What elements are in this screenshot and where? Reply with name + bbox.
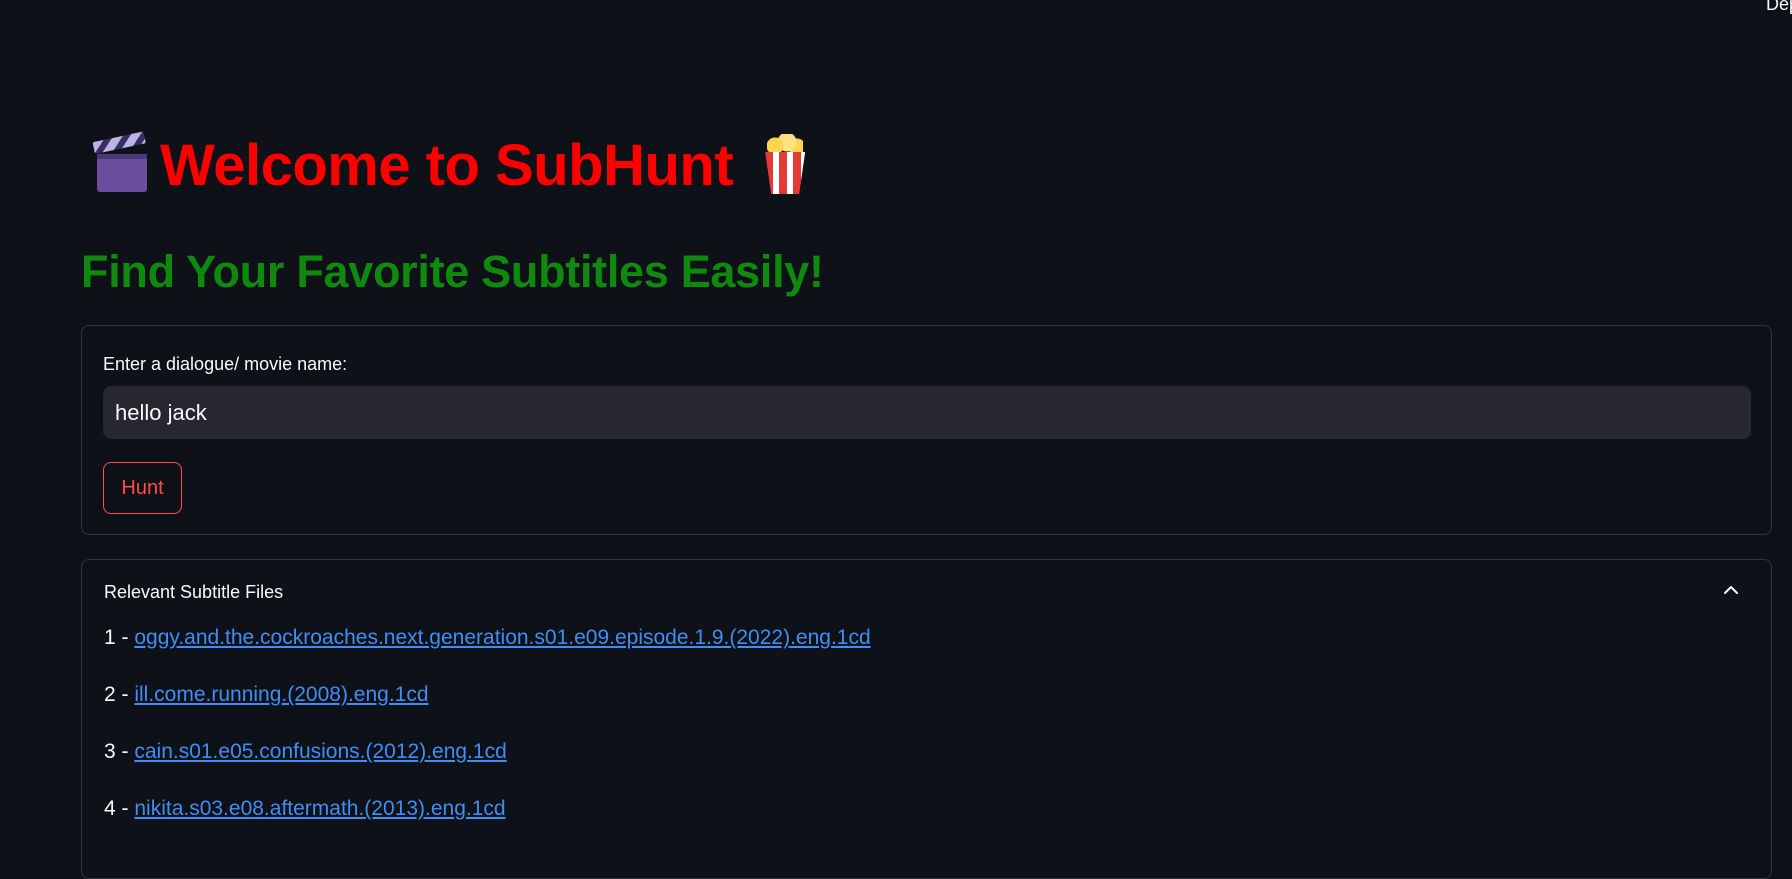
results-list: 1 - oggy.and.the.cockroaches.next.genera… — [104, 626, 871, 854]
clapperboard-icon — [92, 131, 147, 194]
list-item: 2 - ill.come.running.(2008).eng.1cd — [104, 683, 871, 740]
deploy-menu-text[interactable]: Dep — [1766, 0, 1792, 15]
search-input-label: Enter a dialogue/ movie name: — [103, 354, 348, 374]
results-expander: Relevant Subtitle Files 1 - oggy.and.the… — [81, 559, 1772, 879]
result-index: 2 - — [104, 683, 135, 706]
list-item: 3 - cain.s01.e05.confusions.(2012).eng.1… — [104, 740, 871, 797]
search-input[interactable] — [103, 386, 1751, 439]
list-item: 1 - oggy.and.the.cockroaches.next.genera… — [104, 626, 871, 683]
list-item: 4 - nikita.s03.e08.aftermath.(2013).eng.… — [104, 797, 871, 854]
page-title: Welcome to SubHunt — [160, 132, 734, 198]
result-link[interactable]: nikita.s03.e08.aftermath.(2013).eng.1cd — [134, 797, 505, 820]
result-index: 1 - — [104, 626, 135, 649]
results-expander-header[interactable]: Relevant Subtitle Files — [82, 560, 1771, 620]
popcorn-icon — [763, 134, 807, 196]
result-index: 4 - — [104, 797, 135, 820]
chevron-up-icon — [1724, 586, 1738, 594]
page-title-row: Welcome to SubHunt — [92, 128, 807, 202]
result-index: 3 - — [104, 740, 135, 763]
page-subtitle: Find Your Favorite Subtitles Easily! — [81, 246, 824, 297]
result-link[interactable]: cain.s01.e05.confusions.(2012).eng.1cd — [134, 740, 506, 763]
hunt-button[interactable]: Hunt — [103, 462, 182, 514]
result-link[interactable]: ill.come.running.(2008).eng.1cd — [134, 683, 428, 706]
results-title: Relevant Subtitle Files — [104, 582, 284, 602]
search-form: Enter a dialogue/ movie name: Hunt — [81, 325, 1772, 535]
result-link[interactable]: oggy.and.the.cockroaches.next.generation… — [134, 626, 870, 649]
